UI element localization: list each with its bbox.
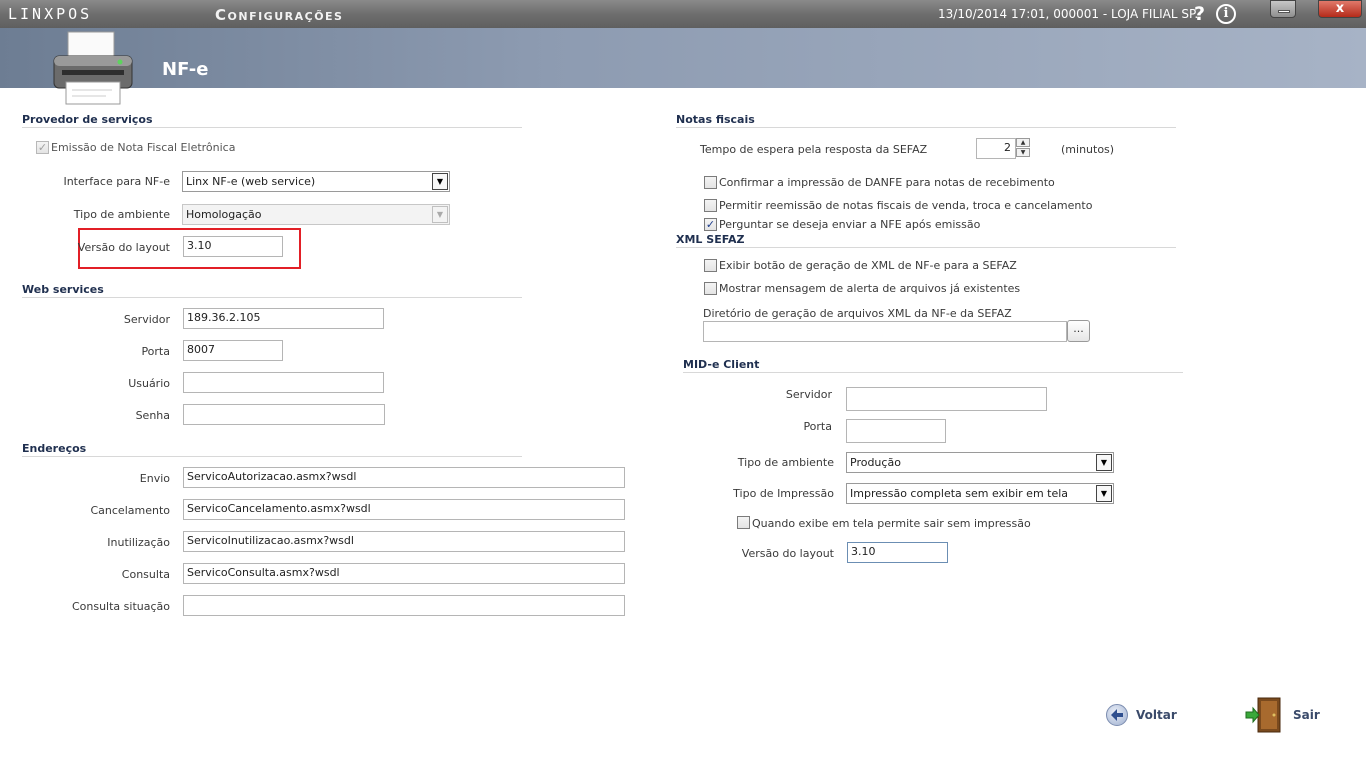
layout-label: Versão do layout: [77, 241, 170, 254]
mide-env-select-value: Produção: [850, 456, 901, 469]
mide-env-label: Tipo de ambiente: [737, 456, 834, 469]
user-label: Usuário: [128, 377, 170, 390]
chevron-down-icon: ▼: [432, 173, 448, 190]
emission-checkbox[interactable]: ✓: [36, 141, 49, 154]
mide-print-select[interactable]: Impressão completa sem exibir em tela ▼: [846, 483, 1114, 504]
xml-alert-label: Mostrar mensagem de alerta de arquivos j…: [719, 282, 1021, 295]
app-brand: LINXPOS: [8, 5, 93, 23]
mide-server-input[interactable]: [846, 387, 1047, 411]
ask-send-checkbox[interactable]: ✓: [704, 218, 717, 231]
section-divider: [22, 456, 522, 457]
mide-print-select-value: Impressão completa sem exibir em tela: [850, 487, 1069, 500]
mide-exit-checkbox[interactable]: [737, 516, 750, 529]
printer-icon: [53, 31, 133, 105]
reissue-label: Permitir reemissão de notas fiscais de v…: [719, 199, 1093, 212]
xml-dir-input[interactable]: [703, 321, 1067, 342]
back-arrow-icon[interactable]: [1106, 704, 1128, 726]
title-bar: LINXPOS Configurações 13/10/2014 17:01, …: [0, 0, 1366, 28]
address-query-input[interactable]: ServicoConsulta.asmx?wsdl: [183, 563, 625, 584]
address-cancel-input[interactable]: ServicoCancelamento.asmx?wsdl: [183, 499, 625, 520]
address-row-label: Consulta situação: [71, 600, 170, 613]
mide-port-label: Porta: [803, 420, 832, 433]
section-divider: [683, 372, 1183, 373]
spin-up-button[interactable]: ▲: [1016, 138, 1030, 147]
section-title-webservices: Web services: [22, 283, 104, 296]
wait-unit: (minutos): [1061, 143, 1115, 156]
page-title: NF-e: [162, 59, 209, 80]
chevron-down-icon: ▼: [1096, 485, 1112, 502]
danfe-confirm-checkbox[interactable]: [704, 176, 717, 189]
address-row-label: Envio: [139, 472, 170, 485]
password-input[interactable]: [183, 404, 385, 425]
layout-version-input[interactable]: 3.10: [183, 236, 283, 257]
session-info: 13/10/2014 17:01, 000001 - LOJA FILIAL S…: [938, 7, 1199, 21]
port-input[interactable]: 8007: [183, 340, 283, 361]
address-row-label: Consulta: [121, 568, 170, 581]
mide-env-select[interactable]: Produção ▼: [846, 452, 1114, 473]
password-label: Senha: [135, 409, 170, 422]
mide-server-label: Servidor: [785, 388, 832, 401]
mide-layout-label: Versão do layout: [741, 547, 834, 560]
section-title-mide: MID-e Client: [683, 358, 760, 371]
interface-label: Interface para NF-e: [63, 175, 170, 188]
danfe-confirm-label: Confirmar a impressão de DANFE para nota…: [719, 176, 1055, 189]
section-title-provider: Provedor de serviços: [22, 113, 153, 126]
chevron-down-icon: ▼: [432, 206, 448, 223]
user-input[interactable]: [183, 372, 384, 393]
address-send-input[interactable]: ServicoAutorizacao.asmx?wsdl: [183, 467, 625, 488]
help-icon[interactable]: ?: [1194, 3, 1205, 25]
xml-button-checkbox[interactable]: [704, 259, 717, 272]
mide-layout-input[interactable]: 3.10: [847, 542, 948, 563]
address-inutilization-input[interactable]: ServicoInutilizacao.asmx?wsdl: [183, 531, 625, 552]
mide-print-label: Tipo de Impressão: [733, 487, 834, 500]
section-title-addresses: Endereços: [22, 442, 87, 455]
address-row-label: Inutilização: [107, 536, 170, 549]
xml-dir-label: Diretório de geração de arquivos XML da …: [703, 307, 1012, 320]
mide-exit-label: Quando exibe em tela permite sair sem im…: [752, 517, 1031, 530]
ask-send-label: Perguntar se deseja enviar a NFE após em…: [719, 218, 981, 231]
browse-button[interactable]: ...: [1067, 320, 1090, 342]
window-title: Configurações: [215, 6, 344, 24]
wait-time-input[interactable]: 2: [976, 138, 1016, 159]
section-title-invoices: Notas fiscais: [676, 113, 755, 126]
section-divider: [22, 127, 522, 128]
env-select[interactable]: Homologação ▼: [182, 204, 450, 225]
info-icon[interactable]: i: [1216, 4, 1236, 24]
address-status-query-input[interactable]: [183, 595, 625, 616]
interface-select[interactable]: Linx NF-e (web service) ▼: [182, 171, 450, 192]
mide-port-input[interactable]: [846, 419, 946, 443]
xml-alert-checkbox[interactable]: [704, 282, 717, 295]
interface-select-value: Linx NF-e (web service): [186, 175, 316, 188]
section-divider: [22, 297, 522, 298]
port-label: Porta: [141, 345, 170, 358]
exit-button[interactable]: Sair: [1293, 708, 1320, 722]
close-button[interactable]: x: [1318, 0, 1362, 18]
address-row-label: Cancelamento: [90, 504, 170, 517]
exit-door-icon[interactable]: [1245, 695, 1285, 735]
xml-button-label: Exibir botão de geração de XML de NF-e p…: [719, 259, 1017, 272]
env-label: Tipo de ambiente: [73, 208, 170, 221]
env-select-value: Homologação: [186, 208, 262, 221]
section-divider: [676, 247, 1176, 248]
spin-down-button[interactable]: ▼: [1016, 148, 1030, 157]
reissue-checkbox[interactable]: [704, 199, 717, 212]
section-divider: [676, 127, 1176, 128]
server-input[interactable]: 189.36.2.105: [183, 308, 384, 329]
server-label: Servidor: [123, 313, 170, 326]
section-title-xml: XML SEFAZ: [676, 233, 745, 246]
minimize-button[interactable]: [1270, 0, 1296, 18]
emission-checkbox-label: Emissão de Nota Fiscal Eletrônica: [51, 141, 236, 154]
back-button[interactable]: Voltar: [1136, 708, 1177, 722]
wait-label: Tempo de espera pela resposta da SEFAZ: [700, 143, 928, 156]
minimize-icon: [1278, 10, 1290, 13]
chevron-down-icon: ▼: [1096, 454, 1112, 471]
